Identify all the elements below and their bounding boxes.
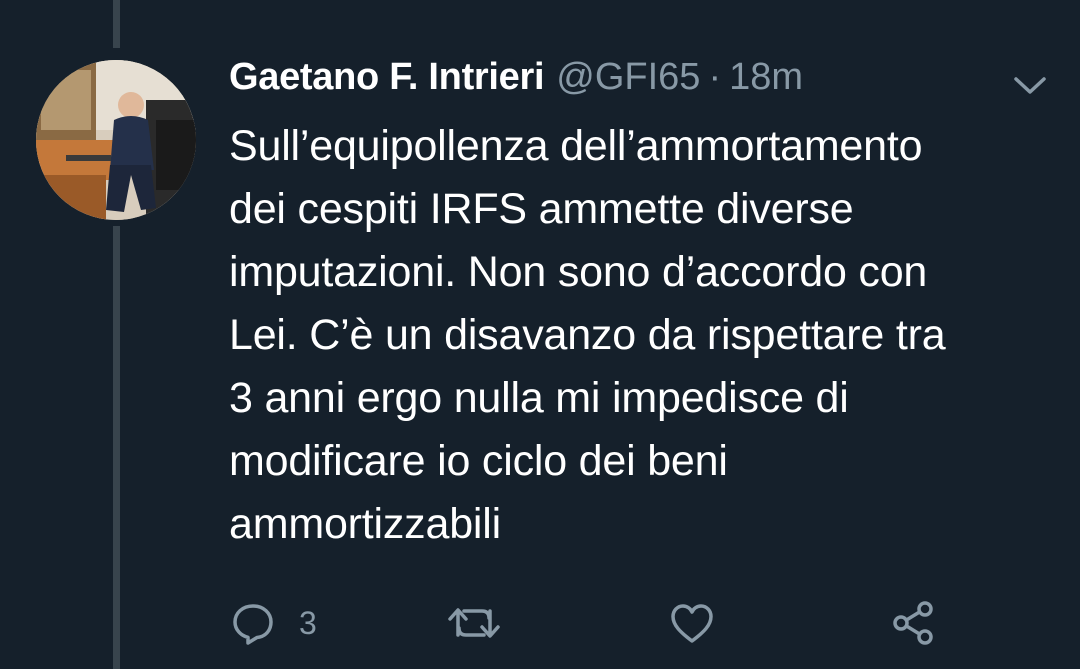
tweet-text-line: Lei. C’è un disavanzo da rispettare tra (229, 311, 946, 359)
avatar-photo (36, 60, 196, 220)
tweet-text-line: ammortizzabili (229, 500, 501, 548)
tweet-text-line: dei cespiti IRFS ammette diverse (229, 185, 854, 233)
author-handle[interactable]: @GFI65 (556, 56, 700, 99)
separator-dot: · (708, 56, 722, 98)
tweet-text-line: 3 anni ergo nulla mi impedisce di (229, 374, 849, 422)
chevron-down-icon[interactable] (1010, 70, 1050, 100)
retweet-button[interactable] (446, 595, 502, 651)
avatar[interactable] (36, 60, 196, 220)
tweet-actions: 3 (0, 595, 1080, 651)
like-button[interactable] (668, 595, 716, 651)
share-button[interactable] (889, 595, 937, 651)
tweet-text-line: modificare io ciclo dei beni (229, 437, 728, 485)
retweet-icon (448, 608, 500, 638)
share-icon (893, 601, 933, 645)
tweet-text-line: imputazioni. Non sono d’accordo con (229, 248, 928, 296)
reply-count: 3 (299, 604, 317, 641)
reply-button[interactable]: 3 (229, 595, 317, 651)
thread-line-top (113, 0, 120, 48)
timestamp[interactable]: 18m (729, 56, 803, 99)
tweet-text-line: Sull’equipollenza dell’ammortamento (229, 122, 923, 170)
tweet-header: Gaetano F. Intrieri @GFI65 · 18m (229, 56, 803, 106)
tweet-text: Sull’equipollenza dell’ammortamento dei … (229, 115, 1059, 556)
heart-icon (671, 604, 713, 643)
author-name[interactable]: Gaetano F. Intrieri (229, 56, 545, 99)
reply-icon (233, 604, 273, 645)
